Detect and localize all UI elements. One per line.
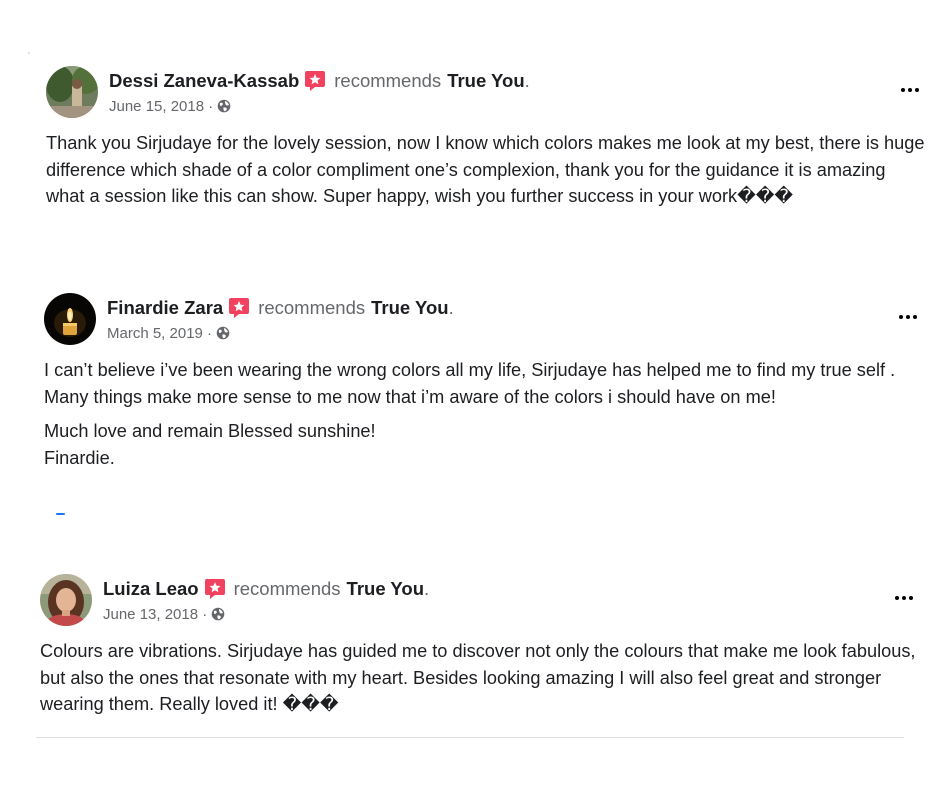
page-name-link[interactable]: True You (447, 70, 524, 92)
review-date-line: June 15, 2018 · (109, 96, 530, 116)
more-options-icon[interactable] (888, 588, 920, 608)
review-title-line: Luiza Leao recommends True You . (103, 576, 429, 602)
review-paragraph: Thank you Sirjudaye for the lovely sessi… (46, 133, 925, 206)
review-date-line: June 13, 2018 · (103, 604, 429, 624)
review-date[interactable]: June 15, 2018 · (109, 98, 213, 115)
period: . (424, 578, 430, 599)
divider (36, 737, 904, 738)
review-title-line: Finardie Zara recommends True You . (107, 295, 454, 321)
review-body: I can’t believe i’ve been wearing the wr… (44, 357, 924, 471)
page-name-link[interactable]: True You (371, 297, 448, 319)
recommend-star-icon (304, 70, 326, 92)
recommend-star-icon (204, 578, 226, 600)
recommends-label: recommends (334, 70, 442, 91)
more-options-icon[interactable] (892, 307, 924, 327)
globe-icon (216, 326, 230, 340)
avatar[interactable] (46, 66, 98, 118)
globe-icon (211, 607, 225, 621)
review-post: Finardie Zara recommends True You . Marc… (44, 293, 924, 479)
review-body: Thank you Sirjudaye for the lovely sessi… (46, 130, 926, 210)
review-header: Luiza Leao recommends True You . June 13… (40, 574, 920, 628)
review-meta: Dessi Zaneva-Kassab recommends True You … (109, 68, 530, 116)
review-meta: Finardie Zara recommends True You . Marc… (107, 295, 454, 343)
review-body: Colours are vibrations. Sirjudaye has gu… (40, 638, 920, 718)
avatar[interactable] (44, 293, 96, 345)
review-title-line: Dessi Zaneva-Kassab recommends True You … (109, 68, 530, 94)
page-name-link[interactable]: True You (347, 578, 424, 600)
review-date[interactable]: June 13, 2018 · (103, 606, 207, 623)
globe-icon (217, 99, 231, 113)
review-paragraph: Colours are vibrations. Sirjudaye has gu… (40, 641, 916, 714)
reviewer-name[interactable]: Finardie Zara (107, 297, 223, 319)
period: . (448, 297, 454, 318)
review-meta: Luiza Leao recommends True You . June 13… (103, 576, 429, 624)
review-date-line: March 5, 2019 · (107, 323, 454, 343)
recommends-label: recommends (258, 297, 366, 318)
review-header: Dessi Zaneva-Kassab recommends True You … (46, 66, 926, 120)
recommend-star-icon (228, 297, 250, 319)
review-post: Dessi Zaneva-Kassab recommends True You … (46, 66, 926, 218)
period: . (524, 70, 530, 91)
avatar[interactable] (40, 574, 92, 626)
recommends-label: recommends (233, 578, 341, 599)
reviewer-name[interactable]: Luiza Leao (103, 578, 199, 600)
reviewer-name[interactable]: Dessi Zaneva-Kassab (109, 70, 299, 92)
review-post: Luiza Leao recommends True You . June 13… (40, 574, 920, 726)
review-paragraph: Much love and remain Blessed sunshine! (44, 421, 376, 441)
review-header: Finardie Zara recommends True You . Marc… (44, 293, 924, 347)
link-underline-fragment (56, 513, 65, 515)
more-options-icon[interactable] (894, 80, 926, 100)
review-date[interactable]: March 5, 2019 · (107, 325, 212, 342)
review-signature: Finardie. (44, 447, 115, 468)
stray-pixel (28, 52, 30, 54)
review-paragraph: I can’t believe i’ve been wearing the wr… (44, 360, 896, 407)
